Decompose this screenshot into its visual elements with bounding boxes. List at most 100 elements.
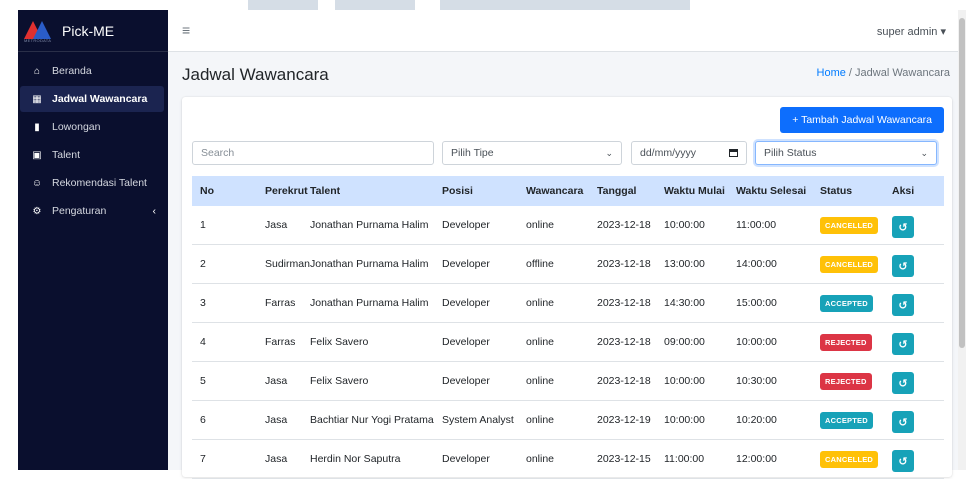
cell-mulai: 14:30:00: [664, 297, 705, 309]
reschedule-button[interactable]: ↺: [892, 450, 914, 472]
cell-selesai: 10:00:00: [736, 336, 777, 348]
reschedule-button[interactable]: ↺: [892, 294, 914, 316]
cell-no: 2: [200, 258, 206, 270]
reschedule-button[interactable]: ↺: [892, 255, 914, 277]
cell-talent: Felix Savero: [310, 375, 369, 387]
top-navbar: ≡ super admin ▾: [168, 10, 958, 52]
table-body: 1 Jasa Jonathan Purnama Halim Developer onli…: [192, 206, 944, 479]
sidebar-item-jadwal-wawancara[interactable]: ▦ Jadwal Wawancara: [20, 86, 164, 112]
scrollbar-thumb[interactable]: [959, 18, 965, 348]
column-header[interactable]: Perekrut: [265, 185, 308, 197]
sidebar-item-label: Rekomendasi Talent: [52, 177, 147, 189]
cell-tanggal: 2023-12-18: [597, 258, 651, 270]
date-placeholder: dd/mm/yyyy: [640, 147, 697, 159]
column-header[interactable]: No: [200, 185, 214, 197]
table-header: No Perekrut Talent Posisi Wawancara Tang…: [192, 176, 944, 206]
cell-selesai: 15:00:00: [736, 297, 777, 309]
main-content: Jadwal Wawancara Home / Jadwal Wawancara…: [168, 52, 958, 479]
sidebar: METRODATA Pick-ME ⌂ Beranda ▦ Jadwal Waw…: [18, 10, 168, 470]
search-field[interactable]: [192, 141, 434, 165]
cell-perekrut: Farras: [265, 336, 296, 348]
sidebar-item-pengaturan[interactable]: ⚙ Pengaturan ‹: [20, 198, 164, 224]
cell-tanggal: 2023-12-18: [597, 297, 651, 309]
date-field[interactable]: dd/mm/yyyy: [631, 141, 747, 165]
breadcrumb-separator: /: [845, 67, 856, 79]
sidebar-item-talent[interactable]: ▣ Talent: [20, 142, 164, 168]
page-scrollbar[interactable]: [958, 10, 966, 470]
cell-posisi: Developer: [442, 258, 490, 270]
breadcrumb-current: Jadwal Wawancara: [855, 67, 950, 79]
hamburger-menu-icon[interactable]: ≡: [182, 22, 190, 38]
cell-no: 5: [200, 375, 206, 387]
sidebar-item-lowongan[interactable]: ▮ Lowongan: [20, 114, 164, 140]
tipe-select-value: Pilih Tipe: [451, 147, 494, 159]
chevron-down-icon: ⌄: [605, 147, 613, 158]
column-header[interactable]: Waktu Selesai: [736, 185, 806, 197]
cell-wawancara: online: [526, 414, 555, 426]
cell-tanggal: 2023-12-18: [597, 219, 651, 231]
schedule-table: No Perekrut Talent Posisi Wawancara Tang…: [192, 176, 944, 479]
cell-wawancara: online: [526, 336, 555, 348]
table-row: 1 Jasa Jonathan Purnama Halim Developer onli…: [192, 206, 944, 245]
cell-talent: Jonathan Purnama Halim: [310, 258, 429, 270]
cell-mulai: 10:00:00: [664, 414, 705, 426]
cell-talent: Bachtiar Nur Yogi Pratama: [310, 414, 434, 426]
cell-no: 4: [200, 336, 206, 348]
cell-tanggal: 2023-12-18: [597, 375, 651, 387]
schedule-card: + Tambah Jadwal Wawancara Pilih Tipe ⌄ d…: [182, 97, 952, 479]
column-header[interactable]: Status: [820, 185, 852, 197]
brand[interactable]: METRODATA Pick-ME: [18, 10, 168, 52]
cell-selesai: 10:20:00: [736, 414, 777, 426]
column-header[interactable]: Posisi: [442, 185, 473, 197]
reschedule-button[interactable]: ↺: [892, 333, 914, 355]
brand-name: Pick-ME: [62, 22, 115, 39]
status-badge: REJECTED: [820, 373, 872, 390]
reschedule-button[interactable]: ↺: [892, 216, 914, 238]
status-badge: CANCELLED: [820, 217, 879, 234]
user-check-icon: ☺: [31, 177, 43, 189]
user-menu[interactable]: super admin ▾: [877, 25, 946, 38]
cell-no: 7: [200, 453, 206, 465]
add-schedule-button[interactable]: + Tambah Jadwal Wawancara: [780, 107, 944, 133]
tipe-select[interactable]: Pilih Tipe ⌄: [442, 141, 622, 165]
column-header[interactable]: Talent: [310, 185, 340, 197]
status-badge: ACCEPTED: [820, 412, 873, 429]
cell-mulai: 10:00:00: [664, 375, 705, 387]
cell-selesai: 11:00:00: [736, 219, 777, 231]
status-badge: CANCELLED: [820, 256, 879, 273]
cell-wawancara: online: [526, 297, 555, 309]
table-row: 2 Sudirman Jonathan Purnama Halim Developer…: [192, 245, 944, 284]
cell-wawancara: offline: [526, 258, 554, 270]
table-row: 7 Jasa Herdin Nor Saputra Developer online 20…: [192, 440, 944, 479]
sidebar-item-label: Jadwal Wawancara: [52, 93, 148, 105]
column-header[interactable]: Wawancara: [526, 185, 583, 197]
sidebar-nav: ⌂ Beranda ▦ Jadwal Wawancara ▮ Lowongan …: [18, 52, 168, 224]
table-row: 5 Jasa Felix Savero Developer online 2023-12-…: [192, 362, 944, 401]
cell-mulai: 10:00:00: [664, 219, 705, 231]
column-header: Aksi: [892, 185, 915, 197]
cell-posisi: Developer: [442, 453, 490, 465]
brand-logo: METRODATA: [24, 19, 52, 43]
top-strip: [0, 0, 966, 14]
status-badge: REJECTED: [820, 334, 872, 351]
calendar-icon[interactable]: [729, 149, 738, 157]
cell-posisi: Developer: [442, 219, 490, 231]
table-row: 4 Farras Felix Savero Developer online 2023-1…: [192, 323, 944, 362]
column-header[interactable]: Waktu Mulai: [664, 185, 725, 197]
sidebar-item-rekomendasi-talent[interactable]: ☺ Rekomendasi Talent: [20, 170, 164, 196]
cell-perekrut: Farras: [265, 297, 296, 309]
status-select[interactable]: Pilih Status ⌄: [755, 141, 937, 165]
sidebar-item-beranda[interactable]: ⌂ Beranda: [20, 58, 164, 84]
reschedule-button[interactable]: ↺: [892, 411, 914, 433]
column-header[interactable]: Tanggal: [597, 185, 636, 197]
reschedule-button[interactable]: ↺: [892, 372, 914, 394]
sidebar-item-label: Pengaturan: [52, 205, 107, 217]
search-input[interactable]: [201, 147, 433, 159]
status-badge: ACCEPTED: [820, 295, 873, 312]
chevron-down-icon: ⌄: [920, 147, 928, 158]
cell-posisi: Developer: [442, 375, 490, 387]
breadcrumb-home-link[interactable]: Home: [817, 67, 846, 79]
cell-selesai: 12:00:00: [736, 453, 777, 465]
cell-posisi: Developer: [442, 297, 490, 309]
cell-mulai: 09:00:00: [664, 336, 705, 348]
